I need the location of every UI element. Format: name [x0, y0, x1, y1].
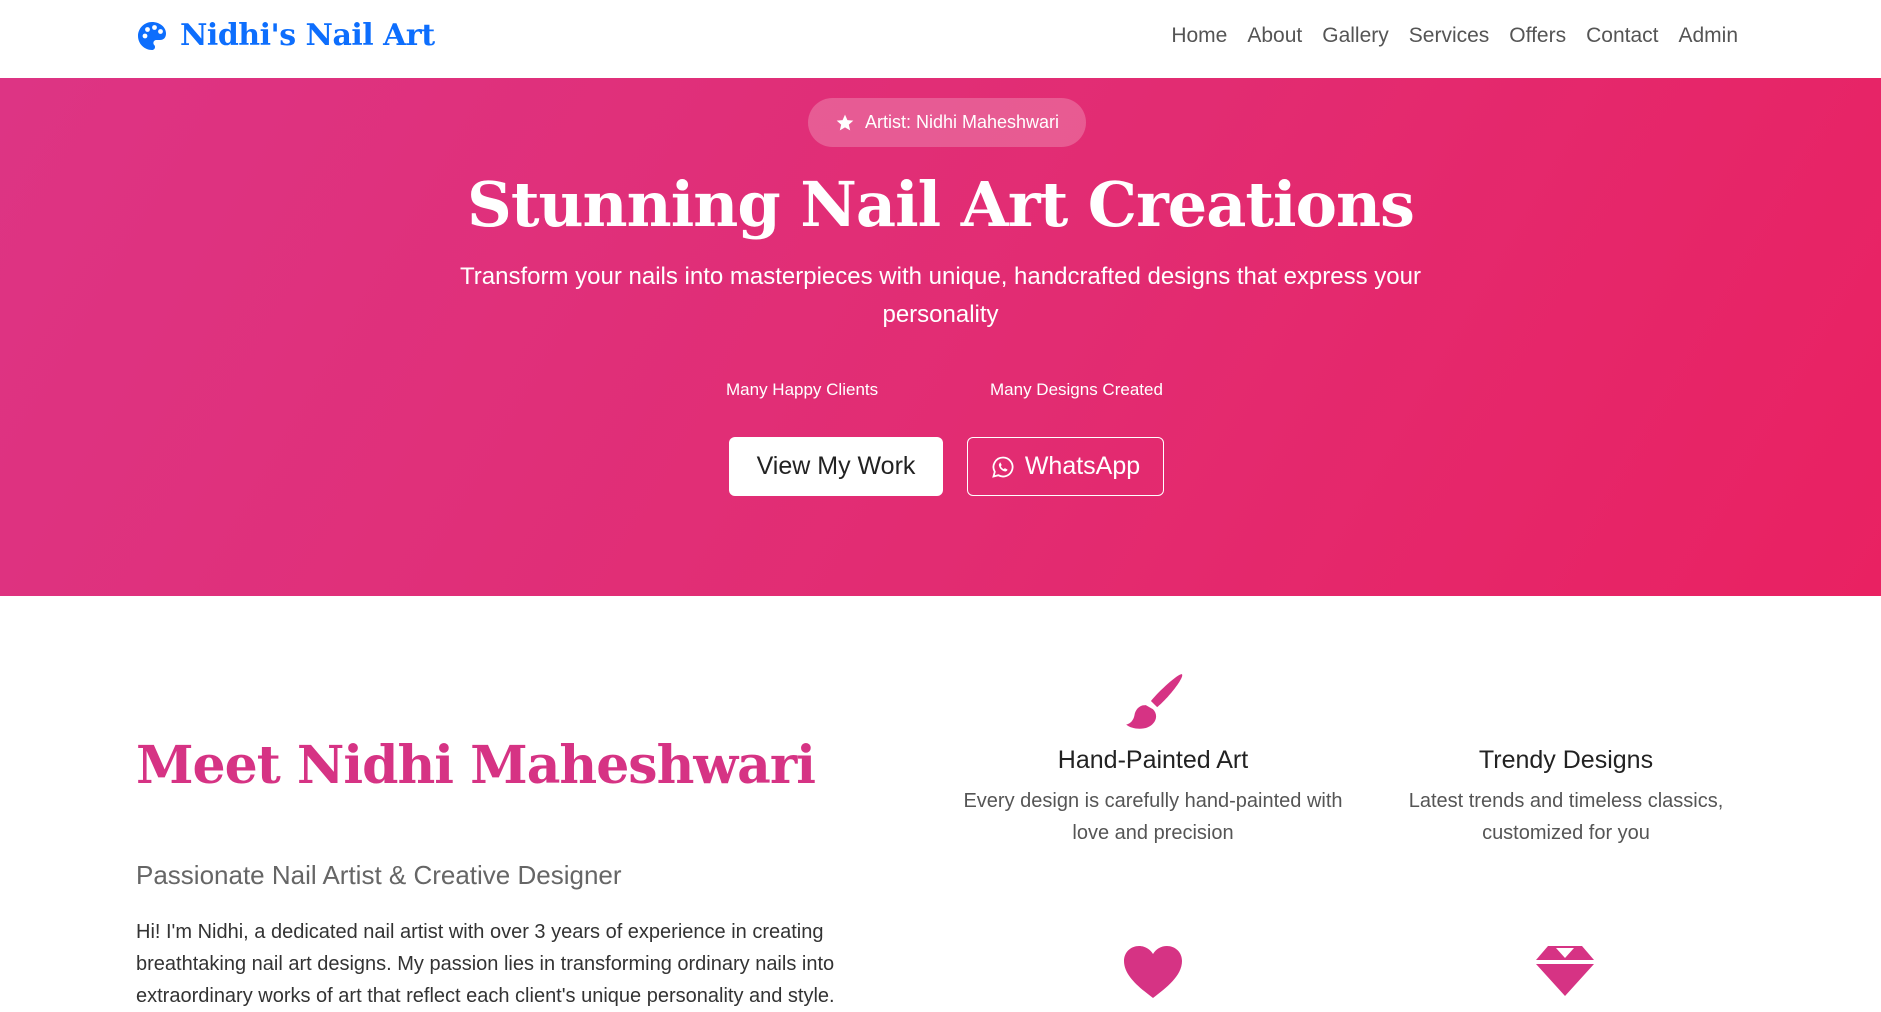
feature-gem — [1534, 944, 1596, 998]
about-subtitle: Passionate Nail Artist & Creative Design… — [136, 860, 622, 890]
stat-happy-clients: Many Happy Clients — [726, 380, 879, 399]
hero-section: Artist: Nidhi Maheshwari Stunning Nail A… — [0, 78, 1881, 596]
nav-gallery[interactable]: Gallery — [1312, 22, 1399, 50]
palette-icon — [138, 21, 166, 50]
brand-name: Nidhi's Nail Art — [180, 18, 435, 53]
nav-links: Home About Gallery Services Offers Conta… — [1161, 22, 1748, 50]
feature-desc: Every design is carefully hand-painted w… — [963, 790, 1343, 844]
navbar: Nidhi's Nail Art Home About Gallery Serv… — [0, 0, 1881, 78]
artist-badge-label: Artist: Nidhi Maheshwari — [864, 112, 1060, 132]
hero-title: Stunning Nail Art Creations — [467, 168, 1415, 241]
about-title: Meet Nidhi Maheshwari — [136, 735, 816, 796]
heart-icon — [1124, 946, 1182, 998]
whatsapp-icon — [992, 456, 1014, 478]
feature-desc: Latest trends and timeless classics, cus… — [1408, 790, 1724, 844]
gem-icon — [1536, 946, 1594, 996]
nav-home[interactable]: Home — [1161, 22, 1237, 50]
artist-badge: Artist: Nidhi Maheshwari — [808, 98, 1086, 147]
paintbrush-icon — [1126, 674, 1183, 729]
hero-subtitle: Transform your nails into masterpieces w… — [460, 263, 1421, 328]
nav-about[interactable]: About — [1237, 22, 1312, 50]
stat-designs-created: Many Designs Created — [990, 380, 1163, 399]
whatsapp-button[interactable]: WhatsApp — [967, 437, 1164, 496]
nav-offers[interactable]: Offers — [1499, 22, 1576, 50]
feature-heart — [1122, 944, 1184, 1000]
brand-logo[interactable]: Nidhi's Nail Art — [136, 18, 435, 53]
nav-admin[interactable]: Admin — [1668, 22, 1748, 50]
whatsapp-button-label: WhatsApp — [1024, 452, 1141, 480]
star-icon — [836, 114, 854, 130]
about-text: Hi! I'm Nidhi, a dedicated nail artist w… — [136, 921, 835, 1007]
feature-title: Hand-Painted Art — [1057, 746, 1249, 774]
nav-contact[interactable]: Contact — [1576, 22, 1668, 50]
nav-services[interactable]: Services — [1399, 22, 1500, 50]
feature-icon-space — [1380, 670, 1752, 736]
feature-trendy: Trendy Designs Latest trends and timeles… — [1380, 670, 1752, 849]
view-my-work-button[interactable]: View My Work — [729, 437, 943, 496]
feature-title: Trendy Designs — [1478, 746, 1654, 774]
feature-hand-painted: Hand-Painted Art Every design is careful… — [960, 670, 1346, 849]
